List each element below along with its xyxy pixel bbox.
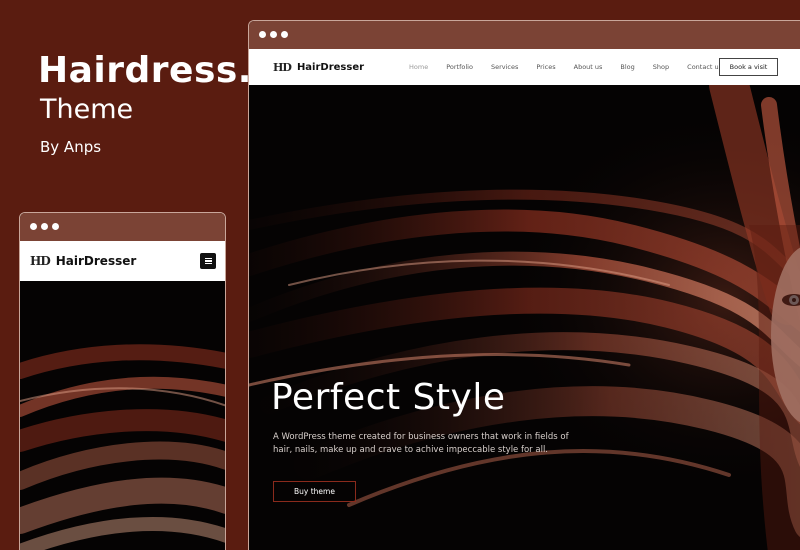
site-logo[interactable]: HD HairDresser: [273, 61, 364, 74]
mobile-site-header: HD HairDresser: [20, 241, 225, 281]
window-dot-icon: [41, 223, 48, 230]
mobile-browser-mockup: HD HairDresser: [19, 212, 226, 550]
logo-mark-icon: HD: [273, 60, 292, 74]
window-dot-icon: [281, 31, 288, 38]
nav-item-prices[interactable]: Prices: [536, 63, 555, 71]
nav-item-services[interactable]: Services: [491, 63, 518, 71]
window-dot-icon: [52, 223, 59, 230]
site-header: HD HairDresser Home Portfolio Services P…: [249, 49, 800, 85]
window-dot-icon: [259, 31, 266, 38]
desktop-browser-mockup: HD HairDresser Home Portfolio Services P…: [248, 20, 800, 550]
book-visit-button[interactable]: Book a visit: [719, 58, 778, 76]
promo-author: By Anps: [40, 138, 102, 156]
mobile-hero-section: [20, 281, 225, 550]
nav-item-about-us[interactable]: About us: [574, 63, 603, 71]
nav-item-contact-us[interactable]: Contact us: [687, 63, 722, 71]
mobile-hero-hair-image: [20, 281, 225, 550]
logo-mark-icon: HD: [30, 254, 51, 268]
nav-item-portfolio[interactable]: Portfolio: [446, 63, 473, 71]
nav-item-home[interactable]: Home: [409, 63, 428, 71]
nav-item-shop[interactable]: Shop: [653, 63, 669, 71]
mobile-window-dots: [30, 223, 59, 230]
hamburger-icon[interactable]: [200, 253, 216, 269]
hero-description: A WordPress theme created for business o…: [273, 432, 569, 455]
hero-title: Perfect Style: [271, 377, 506, 418]
buy-theme-button[interactable]: Buy theme: [273, 481, 356, 502]
promo-title: Hairdress..: [38, 50, 267, 91]
nav-item-blog[interactable]: Blog: [620, 63, 634, 71]
browser-title-bar: [249, 21, 800, 49]
mobile-site-logo[interactable]: HD HairDresser: [30, 254, 136, 268]
window-dot-icon: [30, 223, 37, 230]
logo-text: HairDresser: [55, 254, 137, 268]
mobile-browser-title-bar: [20, 213, 225, 241]
main-nav: Home Portfolio Services Prices About us …: [409, 49, 740, 85]
hero-section: Perfect Style A WordPress theme created …: [249, 85, 800, 550]
promo-subtitle: Theme: [40, 94, 134, 125]
window-dots: [259, 31, 288, 38]
window-dot-icon: [270, 31, 277, 38]
logo-text: HairDresser: [296, 61, 365, 73]
